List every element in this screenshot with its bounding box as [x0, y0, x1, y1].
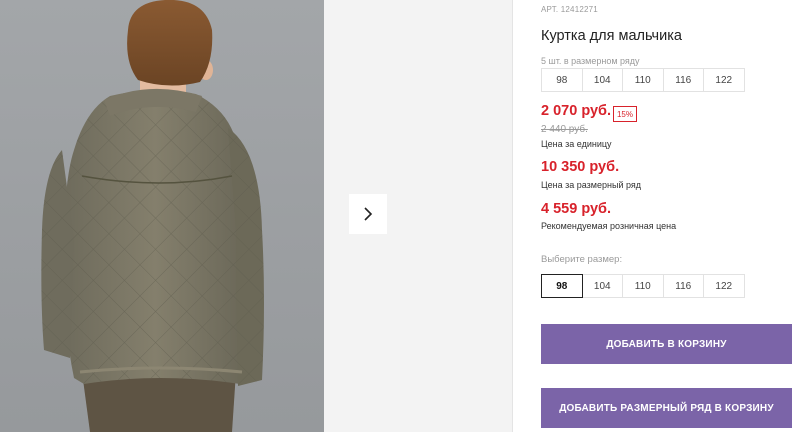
product-photo	[0, 0, 324, 432]
add-to-cart-button[interactable]: ДОБАВИТЬ В КОРЗИНУ	[541, 324, 792, 364]
size-option[interactable]: 122	[703, 274, 745, 298]
choose-size-label: Выберите размер:	[541, 254, 623, 265]
product-title: Куртка для мальчика	[541, 28, 682, 44]
gallery-next-button[interactable]	[349, 194, 387, 234]
size-option[interactable]: 110	[622, 274, 664, 298]
series-size-cell: 104	[581, 68, 623, 92]
series-size-cell: 116	[662, 68, 704, 92]
series-size-cell: 110	[622, 68, 664, 92]
product-gallery	[0, 0, 512, 432]
unit-price-caption: Цена за единицу	[541, 139, 612, 149]
series-price-caption: Цена за размерный ряд	[541, 180, 642, 190]
old-price: 2 440 руб.	[541, 124, 588, 135]
add-series-to-cart-button[interactable]: ДОБАВИТЬ РАЗМЕРНЫЙ РЯД В КОРЗИНУ	[541, 388, 792, 428]
chevron-right-icon	[364, 207, 373, 221]
size-option-selected[interactable]: 98	[541, 274, 583, 298]
retail-price: 4 559 руб.	[541, 201, 612, 217]
series-size-cell: 122	[703, 68, 745, 92]
series-count-label: 5 шт. в размерном ряду	[541, 56, 640, 66]
series-size-row: 98 104 110 116 122	[541, 68, 745, 92]
size-option[interactable]: 104	[581, 274, 623, 298]
product-info-panel: АРТ. 12412271 Куртка для мальчика 5 шт. …	[541, 0, 800, 432]
article-number: АРТ. 12412271	[541, 5, 598, 14]
size-option[interactable]: 116	[662, 274, 704, 298]
unit-price: 2 070 руб.	[541, 103, 612, 119]
size-selector: 98 104 110 116 122	[541, 274, 745, 298]
panel-divider	[512, 0, 513, 432]
discount-badge: 15%	[613, 106, 637, 122]
retail-price-caption: Рекомендуемая розничная цена	[541, 221, 677, 231]
series-size-cell: 98	[541, 68, 583, 92]
series-price: 10 350 руб.	[541, 159, 620, 175]
